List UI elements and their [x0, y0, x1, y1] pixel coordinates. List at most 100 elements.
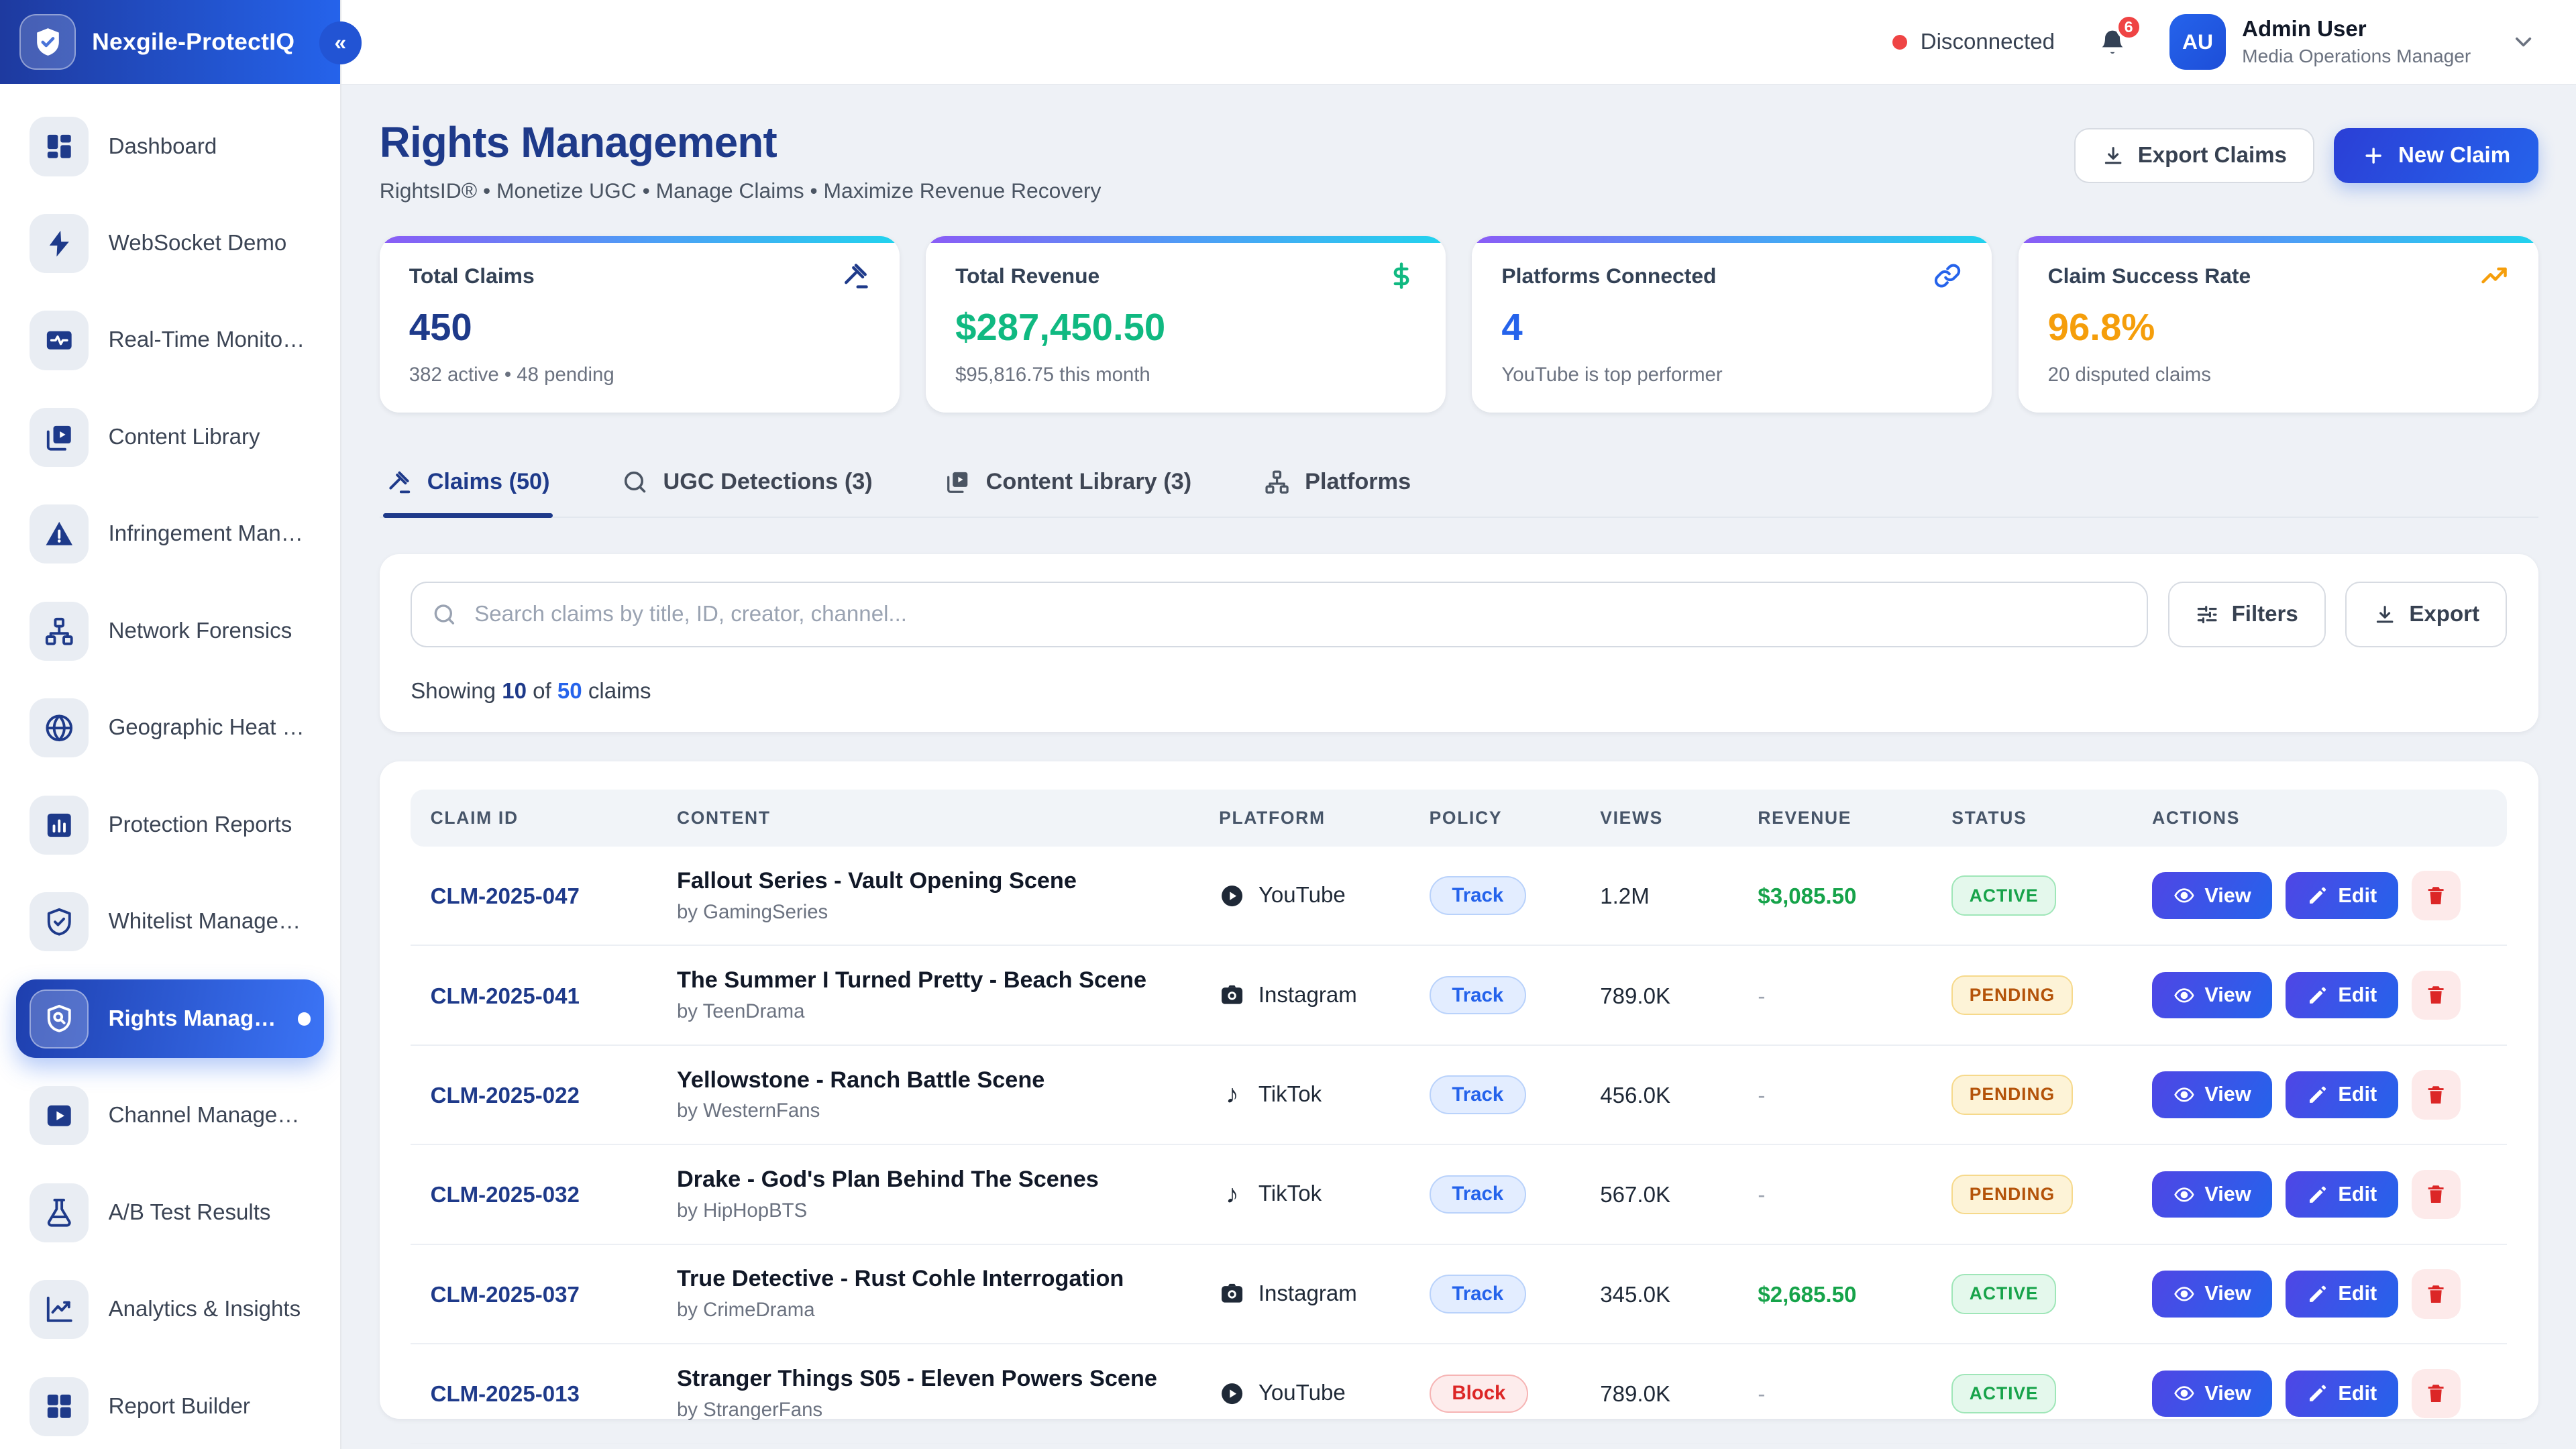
edit-button[interactable]: Edit — [2286, 1371, 2398, 1417]
claim-id[interactable]: CLM-2025-032 — [431, 1183, 580, 1208]
view-button[interactable]: View — [2152, 872, 2272, 918]
sidebar-item-content-library[interactable]: Content Library — [16, 398, 323, 477]
tab-label: Platforms — [1305, 469, 1411, 495]
stat-card-total-claims: Total Claims 450 382 active • 48 pending — [380, 236, 900, 413]
claim-id[interactable]: CLM-2025-013 — [431, 1382, 580, 1407]
sidebar-item-dashboard[interactable]: Dashboard — [16, 107, 323, 186]
claim-id[interactable]: CLM-2025-037 — [431, 1283, 580, 1307]
video-library-icon — [945, 469, 971, 495]
claim-id[interactable]: CLM-2025-047 — [431, 884, 580, 909]
youtube-icon — [1219, 1381, 1245, 1407]
export-button[interactable]: Export — [2345, 582, 2507, 647]
tab-platforms[interactable]: Platforms — [1260, 452, 1414, 516]
edit-button[interactable]: Edit — [2286, 872, 2398, 918]
tab-ugc-detections[interactable]: UGC Detections (3) — [619, 452, 875, 516]
sidebar-item-protection-reports[interactable]: Protection Reports — [16, 786, 323, 865]
search-input[interactable] — [411, 582, 2148, 647]
tab-claims[interactable]: Claims (50) — [383, 452, 553, 516]
tiktok-icon: ♪ — [1219, 1181, 1245, 1208]
eye-icon — [2174, 985, 2195, 1006]
notifications-button[interactable]: 6 — [2098, 28, 2127, 57]
delete-button[interactable] — [2412, 1269, 2461, 1318]
tiktok-icon: ♪ — [1219, 1081, 1245, 1108]
sidebar-item-analytics-insights[interactable]: Analytics & Insights — [16, 1270, 323, 1349]
sidebar-item-websocket-demo[interactable]: WebSocket Demo — [16, 204, 323, 283]
stat-subtext: $95,816.75 this month — [955, 364, 1416, 386]
delete-button[interactable] — [2412, 971, 2461, 1020]
sidebar-item-label: Rights Manageme... — [109, 1006, 278, 1032]
user-menu[interactable]: AU Admin User Media Operations Manager — [2169, 14, 2536, 70]
claim-id[interactable]: CLM-2025-022 — [431, 1083, 580, 1108]
page-content: Rights Management RightsID® • Monetize U… — [341, 85, 2576, 1449]
trash-icon — [2424, 983, 2447, 1006]
trash-icon — [2424, 1083, 2447, 1106]
page-subtitle: RightsID® • Monetize UGC • Manage Claims… — [380, 178, 1102, 203]
delete-button[interactable] — [2412, 871, 2461, 920]
network-icon — [30, 602, 89, 661]
sidebar-item-infringement-management[interactable]: Infringement Manage... — [16, 495, 323, 574]
sidebar-item-report-builder[interactable]: Report Builder — [16, 1367, 323, 1446]
sidebar-item-ab-test-results[interactable]: A/B Test Results — [16, 1173, 323, 1252]
views-value: 789.0K — [1600, 1382, 1670, 1407]
tab-label: UGC Detections (3) — [663, 469, 872, 495]
sidebar-item-channel-management[interactable]: Channel Management — [16, 1076, 323, 1155]
sidebar-item-whitelist-management[interactable]: Whitelist Management — [16, 882, 323, 961]
col-claim-id: CLAIM ID — [411, 790, 657, 847]
search-icon — [432, 602, 457, 627]
content-creator: by StrangerFans — [677, 1399, 1179, 1421]
tab-content-library[interactable]: Content Library (3) — [942, 452, 1195, 516]
sidebar-item-geographic-heat-map[interactable]: Geographic Heat Map — [16, 689, 323, 768]
export-claims-button[interactable]: Export Claims — [2074, 128, 2314, 183]
claim-id[interactable]: CLM-2025-041 — [431, 984, 580, 1009]
edit-button[interactable]: Edit — [2286, 1071, 2398, 1118]
content-creator: by CrimeDrama — [677, 1299, 1179, 1322]
trash-icon — [2424, 1283, 2447, 1305]
delete-button[interactable] — [2412, 1369, 2461, 1418]
policy-badge: Track — [1430, 876, 1526, 915]
content-title: Fallout Series - Vault Opening Scene — [677, 868, 1179, 894]
export-label: Export — [2409, 602, 2479, 627]
sidebar: Nexgile-ProtectIQ « Dashboard WebSocket … — [0, 0, 341, 1449]
stat-subtext: YouTube is top performer — [1501, 364, 1962, 386]
sidebar-item-realtime-monitoring[interactable]: Real-Time Monitoring — [16, 301, 323, 380]
platform-name: TikTok — [1258, 1082, 1322, 1108]
views-value: 456.0K — [1600, 1083, 1670, 1108]
revenue-value: - — [1758, 1083, 1765, 1108]
view-button[interactable]: View — [2152, 1071, 2272, 1118]
view-button[interactable]: View — [2152, 1171, 2272, 1218]
sidebar-item-label: Network Forensics — [109, 619, 292, 644]
views-value: 789.0K — [1600, 984, 1670, 1009]
trash-icon — [2424, 884, 2447, 907]
sidebar-collapse-button[interactable]: « — [319, 21, 362, 64]
view-button[interactable]: View — [2152, 972, 2272, 1018]
revenue-value: - — [1758, 984, 1765, 1009]
filters-button[interactable]: Filters — [2168, 582, 2326, 647]
edit-button[interactable]: Edit — [2286, 972, 2398, 1018]
col-platform: PLATFORM — [1199, 790, 1409, 847]
results-summary: Showing 10 of 50 claims — [411, 679, 2507, 704]
stat-card-claim-success-rate: Claim Success Rate 96.8% 20 disputed cla… — [2019, 236, 2538, 413]
sidebar-item-network-forensics[interactable]: Network Forensics — [16, 592, 323, 671]
stat-value: 450 — [409, 305, 870, 349]
view-button[interactable]: View — [2152, 1371, 2272, 1417]
delete-button[interactable] — [2412, 1170, 2461, 1219]
content-title: Drake - God's Plan Behind The Scenes — [677, 1167, 1179, 1193]
sidebar-item-label: WebSocket Demo — [109, 231, 287, 256]
gavel-icon — [841, 261, 870, 290]
edit-button[interactable]: Edit — [2286, 1171, 2398, 1218]
edit-button[interactable]: Edit — [2286, 1271, 2398, 1317]
table-row: CLM-2025-022 Yellowstone - Ranch Battle … — [411, 1045, 2507, 1144]
pencil-icon — [2307, 1283, 2328, 1305]
view-button[interactable]: View — [2152, 1271, 2272, 1317]
sidebar-header: Nexgile-ProtectIQ « — [0, 0, 340, 84]
status-badge: ACTIVE — [1951, 1374, 2056, 1413]
sidebar-item-label: Content Library — [109, 425, 260, 450]
connection-status-label: Disconnected — [1921, 30, 2055, 55]
stats-cards: Total Claims 450 382 active • 48 pending… — [380, 236, 2538, 413]
sidebar-item-label: A/B Test Results — [109, 1200, 271, 1226]
sidebar-item-rights-management[interactable]: Rights Manageme... — [16, 979, 323, 1059]
revenue-value: $2,685.50 — [1758, 1283, 1856, 1307]
new-claim-button[interactable]: New Claim — [2334, 128, 2538, 183]
content-title: True Detective - Rust Cohle Interrogatio… — [677, 1266, 1179, 1292]
delete-button[interactable] — [2412, 1070, 2461, 1119]
